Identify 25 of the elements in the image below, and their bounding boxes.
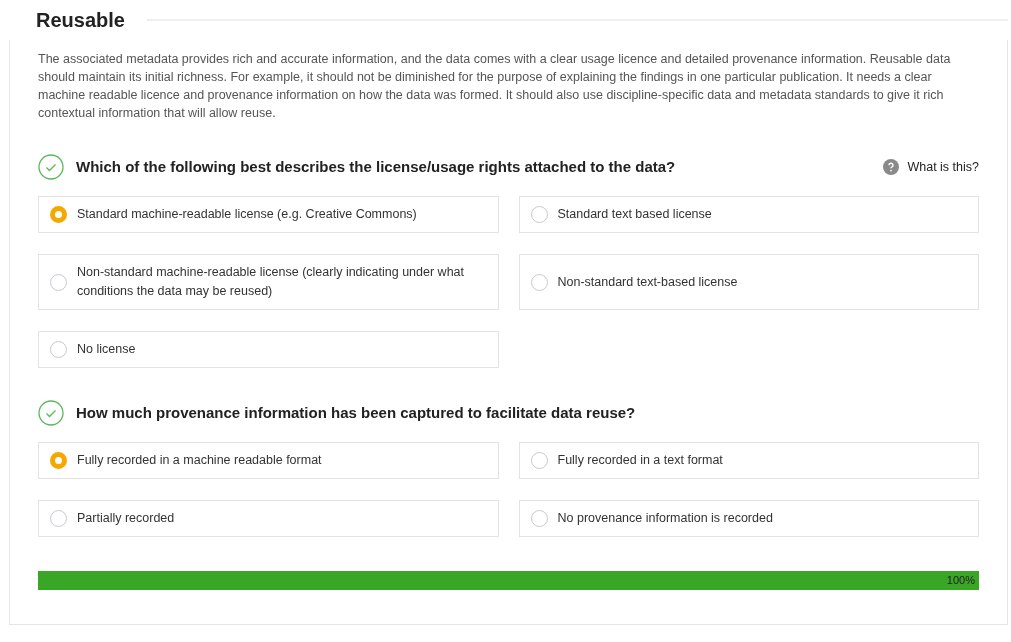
radio-option[interactable]: Fully recorded in a machine readable format bbox=[38, 442, 499, 479]
radio-option[interactable]: Non-standard text-based license bbox=[518, 254, 979, 310]
radio-button[interactable] bbox=[530, 273, 548, 291]
radio-option[interactable]: Standard machine-readable license (e.g. Creative Commons) bbox=[38, 196, 499, 233]
radio-option[interactable]: No license bbox=[38, 331, 499, 368]
section-title: Reusable bbox=[36, 8, 125, 33]
radio-option[interactable]: Partially recorded bbox=[38, 500, 499, 537]
help-link[interactable]: What is this? bbox=[883, 157, 979, 177]
progress-label: 100% bbox=[946, 573, 975, 588]
radio-option[interactable]: No provenance information is recorded bbox=[518, 500, 979, 537]
radio-button[interactable] bbox=[530, 510, 548, 527]
question-text: Which of the following best describes the license/usage rights attached to the data? bbox=[76, 156, 677, 177]
help-icon bbox=[883, 159, 900, 175]
question-text: How much provenance information has been captured to facilitate data reuse? bbox=[76, 402, 637, 423]
radio-option[interactable]: Non-standard machine-readable license (clearly indicating under what conditions the data may be reused) bbox=[38, 254, 499, 310]
radio-option[interactable]: Standard text based license bbox=[518, 196, 979, 233]
radio-option[interactable]: Fully recorded in a text format bbox=[518, 442, 979, 479]
radio-button[interactable] bbox=[530, 452, 548, 469]
radio-button[interactable] bbox=[50, 510, 67, 527]
radio-button[interactable] bbox=[50, 206, 67, 223]
radio-button[interactable] bbox=[530, 206, 548, 223]
section-description: The associated metadata provides rich and accurate information, and the data comes with a clear usage licence and detailed provenance information. Reusable data should maintain its initial richness. For example, it should not be diminished for the purpose of explaining the findings in one particular publication. It needs a clear machine readable licence and provenance information on how the data was formed. It should also use discipline-specific data and metadata standards to give it rich contextual information that will allow reuse. bbox=[38, 51, 952, 122]
radio-button[interactable] bbox=[50, 273, 67, 291]
radio-button[interactable] bbox=[50, 452, 67, 469]
radio-button[interactable] bbox=[50, 341, 67, 358]
